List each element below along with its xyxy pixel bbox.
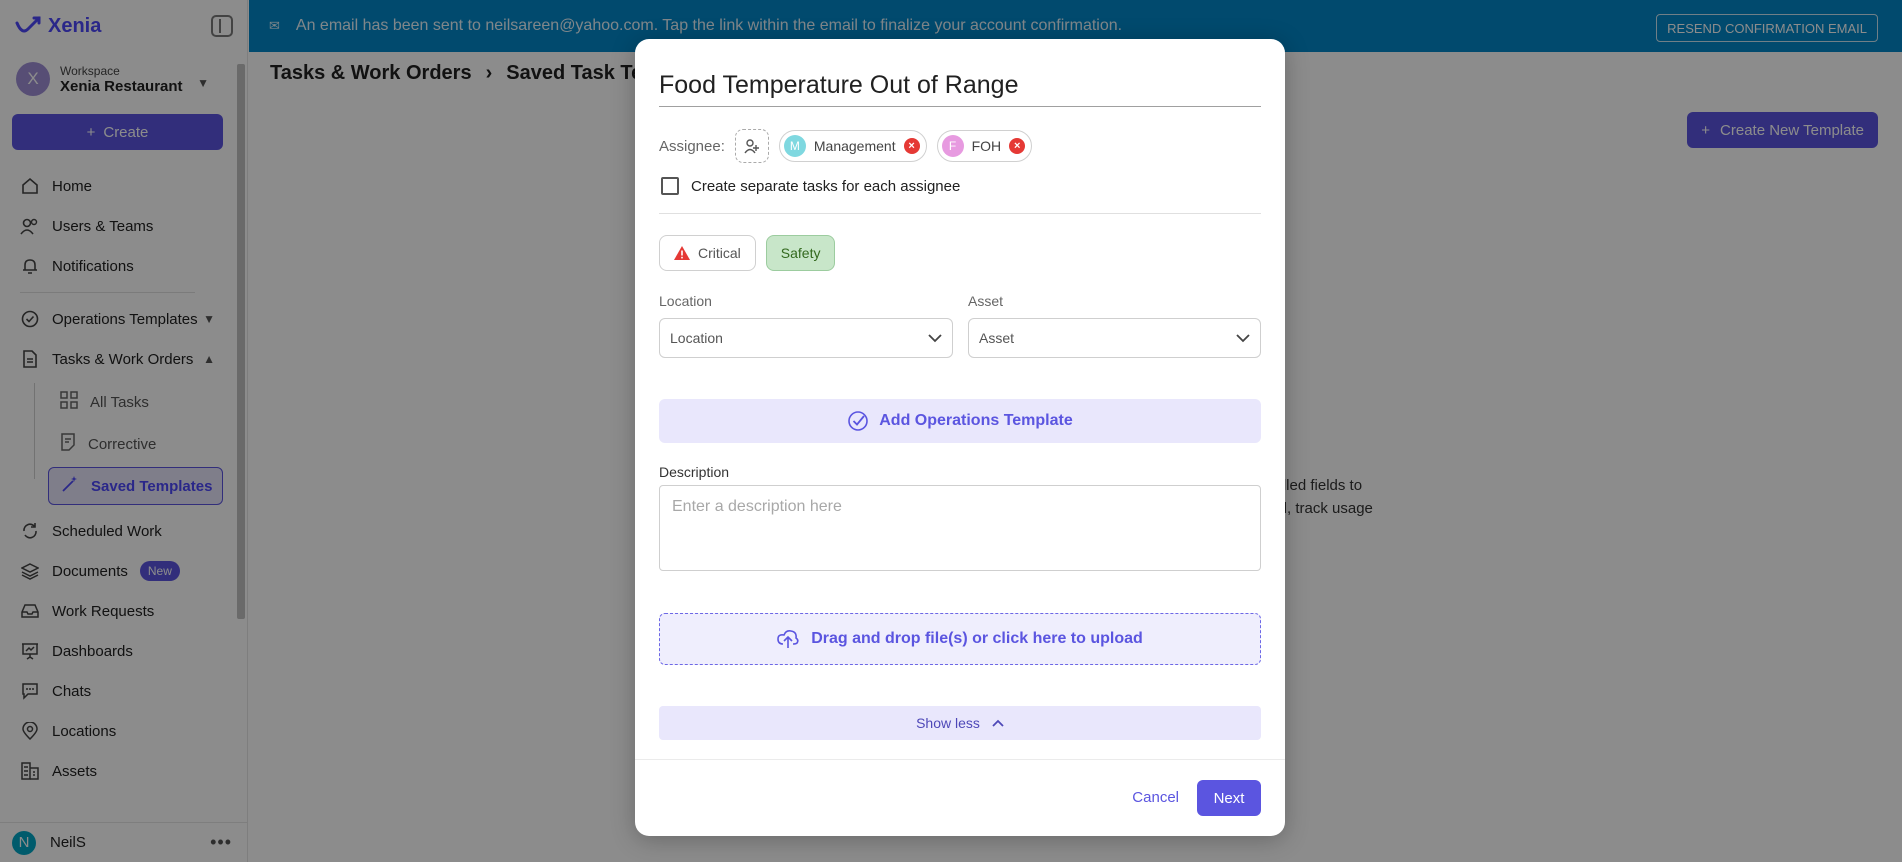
add-operations-template-button[interactable]: Add Operations Template [659,399,1261,443]
assignee-name: FOH [971,138,1002,154]
cancel-button[interactable]: Cancel [1132,789,1179,806]
separate-tasks-checkbox[interactable] [661,177,679,195]
assignee-name: Management [813,138,896,154]
description-input[interactable]: Enter a description here [659,485,1261,571]
warning-icon [674,246,690,260]
remove-assignee-icon[interactable]: × [903,138,920,154]
critical-tag[interactable]: Critical [659,235,756,271]
location-value: Location [670,330,723,346]
create-task-modal: Food Temperature Out of Range Assignee: … [635,39,1285,836]
assignee-chip-management: M Management × [778,130,927,162]
add-ops-label: Add Operations Template [879,412,1073,429]
assignee-chip-foh: F FOH × [936,130,1033,162]
chevron-up-icon [992,719,1004,727]
separate-tasks-option: Create separate tasks for each assignee [661,177,960,195]
add-assignee-button[interactable] [734,129,769,163]
safety-label: Safety [780,245,821,261]
divider [635,759,1285,760]
avatar: F [941,135,964,157]
priority-tags: Critical Safety [659,235,836,271]
next-button[interactable]: Next [1197,780,1261,816]
upload-label: Drag and drop file(s) or click here to u… [811,630,1143,647]
asset-select[interactable]: Asset [968,318,1261,358]
description-label: Description [659,464,730,480]
assignee-row: Assignee: M Management × F FOH × [659,129,1033,163]
location-select[interactable]: Location [659,318,953,358]
task-title-input[interactable]: Food Temperature Out of Range [659,71,1261,107]
safety-tag[interactable]: Safety [765,235,836,271]
location-label: Location [659,293,712,309]
divider [659,213,1261,214]
separate-tasks-label: Create separate tasks for each assignee [691,177,961,195]
critical-label: Critical [698,245,741,261]
avatar: M [783,135,806,157]
chevron-down-icon [928,333,942,342]
asset-label: Asset [968,293,1004,309]
asset-value: Asset [979,330,1015,346]
show-less-button[interactable]: Show less [659,706,1261,740]
file-upload-dropzone[interactable]: Drag and drop file(s) or click here to u… [659,613,1261,665]
add-user-icon [744,139,759,154]
upload-icon [777,630,799,648]
check-circle-icon [848,411,869,431]
show-less-label: Show less [916,715,980,731]
assignee-label: Assignee: [659,137,725,155]
remove-assignee-icon[interactable]: × [1009,138,1026,154]
chevron-down-icon [1236,333,1250,342]
